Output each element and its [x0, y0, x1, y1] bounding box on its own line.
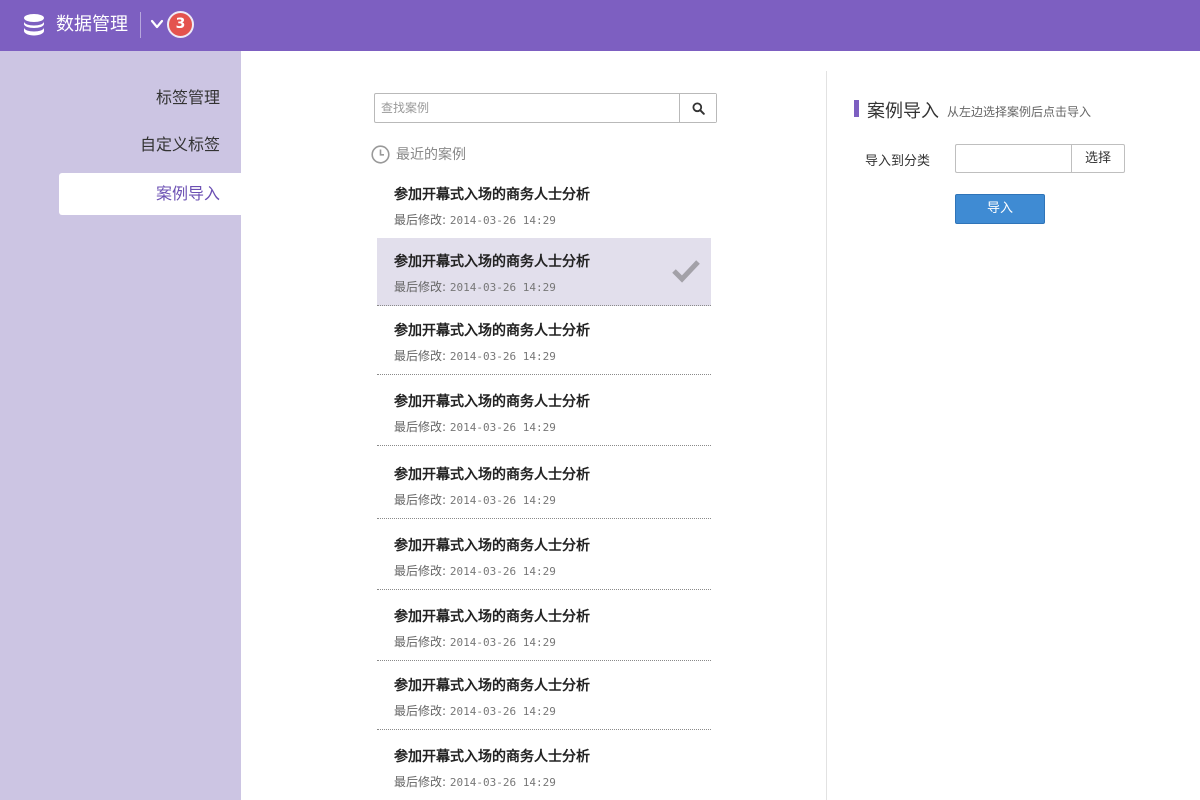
case-modified: 最后修改: 2014-03-26 14:29 [394, 633, 556, 650]
sidebar-item-custom-tags[interactable]: 自定义标签 [59, 124, 241, 166]
case-search [374, 93, 717, 123]
app-title: 数据管理 [56, 14, 128, 35]
case-modified: 最后修改: 2014-03-26 14:29 [394, 347, 556, 364]
case-item[interactable]: 参加开幕式入场的商务人士分析 最后修改: 2014-03-26 14:29 [377, 375, 711, 446]
case-modified: 最后修改: 2014-03-26 14:29 [394, 278, 556, 295]
case-name: 参加开幕式入场的商务人士分析 [394, 187, 590, 203]
modified-date: 2014-03-26 14:29 [449, 350, 556, 363]
modified-label: 最后修改: [394, 564, 447, 578]
case-item[interactable]: 参加开幕式入场的商务人士分析 最后修改: 2014-03-26 14:29 [377, 590, 711, 661]
panel-title: 案例导入 [867, 101, 939, 122]
modified-label: 最后修改: [394, 493, 447, 507]
modified-label: 最后修改: [394, 420, 447, 434]
panel-title-accent [854, 100, 859, 117]
modified-date: 2014-03-26 14:29 [449, 636, 556, 649]
case-name: 参加开幕式入场的商务人士分析 [394, 609, 590, 625]
modified-date: 2014-03-26 14:29 [449, 421, 556, 434]
modified-date: 2014-03-26 14:29 [449, 776, 556, 789]
modified-label: 最后修改: [394, 349, 447, 363]
panel-hint: 从左边选择案例后点击导入 [947, 105, 1092, 119]
modified-label: 最后修改: [394, 635, 447, 649]
case-modified: 最后修改: 2014-03-26 14:29 [394, 702, 556, 719]
modified-label: 最后修改: [394, 280, 447, 294]
notification-badge[interactable]: 3 [167, 11, 194, 38]
recent-cases-label: 最近的案例 [396, 147, 466, 163]
case-item[interactable]: 参加开幕式入场的商务人士分析 最后修改: 2014-03-26 14:29 [377, 730, 711, 800]
case-name: 参加开幕式入场的商务人士分析 [394, 538, 590, 554]
case-name: 参加开幕式入场的商务人士分析 [394, 467, 590, 483]
sidebar-item-case-import[interactable]: 案例导入 [59, 173, 241, 215]
case-item[interactable]: 参加开幕式入场的商务人士分析 最后修改: 2014-03-26 14:29 [377, 306, 711, 375]
checkmark-icon [672, 260, 700, 283]
modified-date: 2014-03-26 14:29 [449, 565, 556, 578]
modified-date: 2014-03-26 14:29 [449, 494, 556, 507]
modified-date: 2014-03-26 14:29 [449, 281, 556, 294]
case-item[interactable]: 参加开幕式入场的商务人士分析 最后修改: 2014-03-26 14:29 [377, 170, 711, 236]
case-modified: 最后修改: 2014-03-26 14:29 [394, 491, 556, 508]
top-header: 数据管理 3 [0, 0, 1200, 51]
chevron-down-icon[interactable] [150, 17, 164, 31]
case-name: 参加开幕式入场的商务人士分析 [394, 678, 590, 694]
case-name: 参加开幕式入场的商务人士分析 [394, 394, 590, 410]
modified-date: 2014-03-26 14:29 [449, 214, 556, 227]
case-name: 参加开幕式入场的商务人士分析 [394, 749, 590, 765]
case-item[interactable]: 参加开幕式入场的商务人士分析 最后修改: 2014-03-26 14:29 [377, 519, 711, 590]
search-input[interactable] [375, 94, 679, 122]
modified-label: 最后修改: [394, 213, 447, 227]
modified-label: 最后修改: [394, 704, 447, 718]
case-item[interactable]: 参加开幕式入场的商务人士分析 最后修改: 2014-03-26 14:29 [377, 446, 711, 519]
modified-label: 最后修改: [394, 775, 447, 789]
case-modified: 最后修改: 2014-03-26 14:29 [394, 562, 556, 579]
search-button[interactable] [679, 94, 716, 122]
search-icon [692, 102, 705, 115]
panel-divider [826, 71, 827, 800]
choose-category-button[interactable]: 选择 [1071, 144, 1125, 173]
case-modified: 最后修改: 2014-03-26 14:29 [394, 773, 556, 790]
case-name: 参加开幕式入场的商务人士分析 [394, 254, 590, 270]
case-modified: 最后修改: 2014-03-26 14:29 [394, 211, 556, 228]
sidebar-item-tag-management[interactable]: 标签管理 [59, 77, 241, 119]
header-divider [140, 12, 141, 38]
case-modified: 最后修改: 2014-03-26 14:29 [394, 418, 556, 435]
import-button[interactable]: 导入 [955, 194, 1045, 224]
case-item-selected[interactable]: 参加开幕式入场的商务人士分析 最后修改: 2014-03-26 14:29 [377, 238, 711, 306]
case-item[interactable]: 参加开幕式入场的商务人士分析 最后修改: 2014-03-26 14:29 [377, 661, 711, 730]
modified-date: 2014-03-26 14:29 [449, 705, 556, 718]
category-input[interactable] [955, 144, 1072, 173]
clock-icon [371, 145, 390, 164]
category-field-label: 导入到分类 [865, 154, 931, 169]
sidebar: 标签管理 自定义标签 案例导入 [0, 51, 241, 800]
database-icon [24, 14, 44, 36]
case-name: 参加开幕式入场的商务人士分析 [394, 323, 590, 339]
